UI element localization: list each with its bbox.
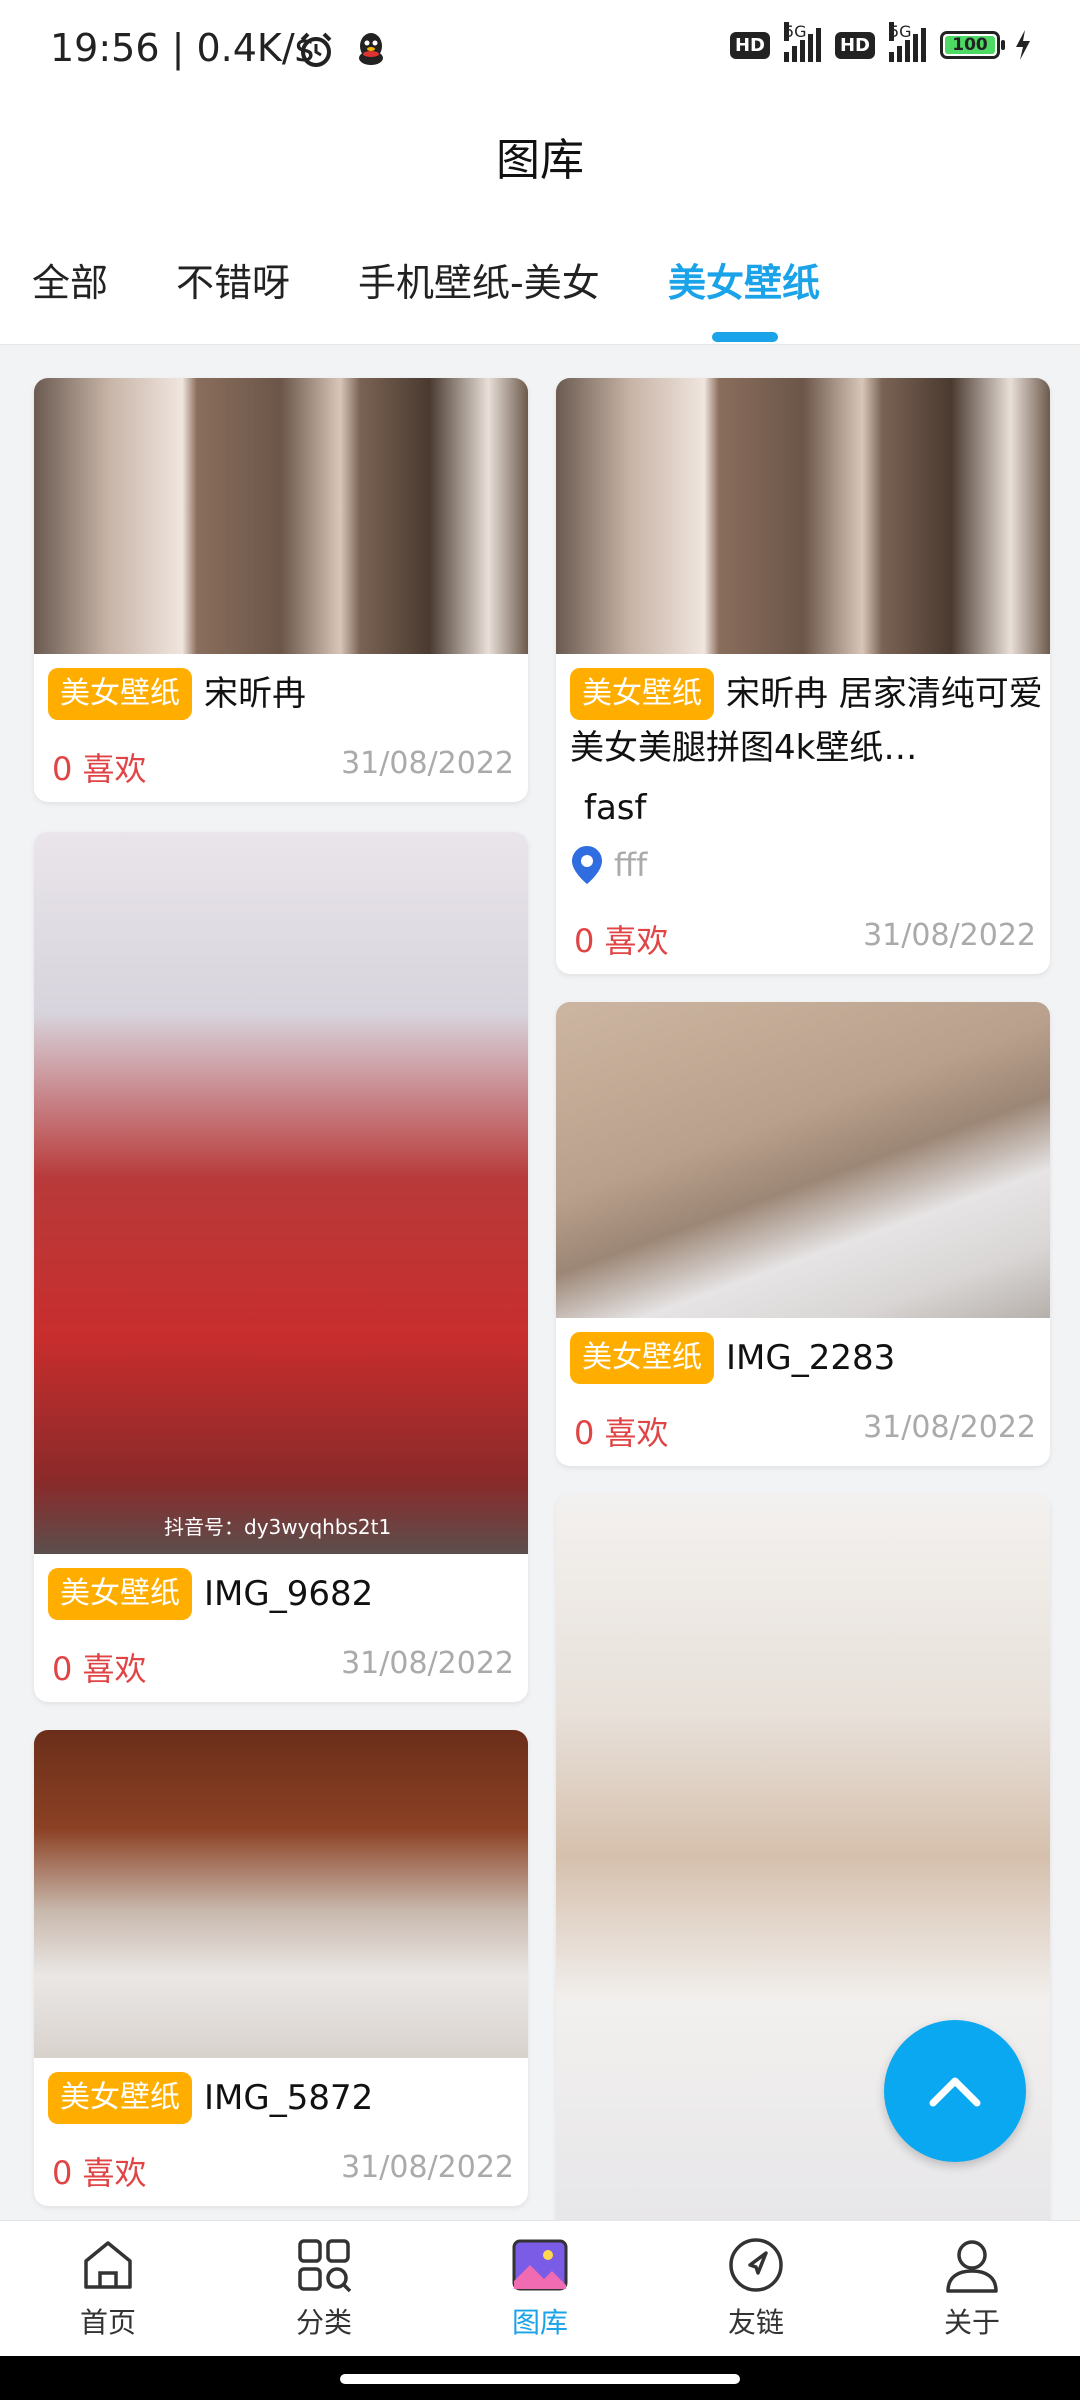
nav-label: 首页 <box>79 2306 136 2339</box>
gallery-card[interactable]: 美女壁纸 宋昕冉 居家清纯可爱 美女美腿拼图4k壁纸… fasf fff 0 喜… <box>556 378 1050 974</box>
likes-count: 0 喜欢 <box>52 750 147 788</box>
page-header: 图库 <box>0 104 1080 208</box>
card-image[interactable] <box>556 1002 1050 1318</box>
bottom-navigation: 首页 分类 图库 友链 关于 <box>0 2220 1080 2357</box>
card-image[interactable] <box>556 378 1050 654</box>
time-text: 19:56 <box>50 26 160 70</box>
card-title: 宋昕冉 <box>204 674 306 714</box>
hd-badge: HD <box>729 31 770 59</box>
category-tag: 美女壁纸 <box>48 1568 192 1620</box>
likes-count: 0 喜欢 <box>574 1414 669 1452</box>
nav-label: 图库 <box>511 2306 568 2339</box>
charging-icon <box>1016 30 1030 60</box>
location-text: fff <box>614 846 648 884</box>
category-icon <box>298 2239 352 2293</box>
gallery-card[interactable]: 美女壁纸 宋昕冉 0 喜欢 31/08/2022 <box>34 378 528 802</box>
battery-icon: 100 <box>940 31 1005 59</box>
card-description: fasf <box>584 788 647 828</box>
nav-category[interactable]: 分类 <box>254 2235 394 2341</box>
likes-count: 0 喜欢 <box>52 1650 147 1688</box>
status-bar: 19:56 | 0.4K/s HD 5G HD 5G 100 <box>0 0 1080 104</box>
category-tag: 美女壁纸 <box>570 1332 714 1384</box>
category-tag: 美女壁纸 <box>570 668 714 720</box>
tab-bucuoya[interactable]: 不错呀 <box>176 252 290 307</box>
home-icon <box>84 2241 132 2289</box>
card-date: 31/08/2022 <box>863 1410 1036 1445</box>
likes-count: 0 喜欢 <box>52 2154 147 2192</box>
card-title: IMG_9682 <box>204 1574 374 1614</box>
nav-label: 关于 <box>943 2306 1000 2339</box>
card-location: fff <box>572 846 647 884</box>
net-speed: | 0.4K/s <box>171 26 315 70</box>
qq-icon <box>359 33 383 65</box>
nav-label: 分类 <box>295 2306 352 2339</box>
location-pin-icon <box>572 846 602 884</box>
category-tabs: 全部 不错呀 手机壁纸-美女 美女壁纸 <box>0 208 1080 345</box>
chevron-up-icon <box>929 2077 981 2107</box>
tab-beauty-wallpaper[interactable]: 美女壁纸 <box>668 252 820 307</box>
nav-links[interactable]: 友链 <box>686 2235 826 2341</box>
nav-label: 友链 <box>727 2306 784 2339</box>
home-indicator[interactable] <box>340 2374 740 2384</box>
tab-phone-wallpaper[interactable]: 手机壁纸-美女 <box>358 252 600 307</box>
card-date: 31/08/2022 <box>341 746 514 781</box>
card-image[interactable] <box>34 378 528 654</box>
gallery-card[interactable]: 美女壁纸 IMG_5872 0 喜欢 31/08/2022 <box>34 1730 528 2206</box>
hd-badge-2: HD <box>834 31 875 59</box>
nav-gallery[interactable]: 图库 <box>470 2235 610 2341</box>
signal-icon: 5G <box>783 22 821 62</box>
category-tag: 美女壁纸 <box>48 668 192 720</box>
tab-all[interactable]: 全部 <box>32 252 108 307</box>
card-title: 宋昕冉 居家清纯可爱 <box>726 674 1043 714</box>
user-icon <box>946 2240 998 2293</box>
status-right-icons: HD 5G HD 5G 100 <box>729 22 1032 62</box>
scroll-to-top-button[interactable] <box>884 2020 1026 2162</box>
gallery-icon <box>512 2239 568 2291</box>
card-title: IMG_2283 <box>726 1338 896 1378</box>
nav-home[interactable]: 首页 <box>38 2235 178 2341</box>
status-left-icons <box>296 30 388 70</box>
card-title-line2: 美女美腿拼图4k壁纸… <box>570 728 918 768</box>
system-home-bar <box>0 2356 1080 2400</box>
likes-count: 0 喜欢 <box>574 922 669 960</box>
card-image[interactable] <box>34 1730 528 2058</box>
card-image[interactable]: 抖音号：dy3wyqhbs2t1 <box>34 832 528 1554</box>
network-label-2: 5G <box>889 22 912 41</box>
nav-about[interactable]: 关于 <box>902 2235 1042 2341</box>
gallery-card[interactable]: 抖音号：dy3wyqhbs2t1 美女壁纸 IMG_9682 0 喜欢 31/0… <box>34 832 528 1702</box>
battery-level: 100 <box>945 36 995 54</box>
gallery-card[interactable]: 美女壁纸 IMG_2283 0 喜欢 31/08/2022 <box>556 1002 1050 1466</box>
category-tag: 美女壁纸 <box>48 2072 192 2124</box>
alarm-icon <box>300 32 332 67</box>
network-label: 5G <box>783 22 807 41</box>
image-watermark: 抖音号：dy3wyqhbs2t1 <box>164 1515 392 1539</box>
tab-indicator <box>712 332 778 342</box>
card-date: 31/08/2022 <box>863 918 1036 953</box>
link-icon <box>729 2238 783 2292</box>
status-time: 19:56 | 0.4K/s <box>50 26 314 70</box>
page-title: 图库 <box>496 135 584 186</box>
card-date: 31/08/2022 <box>341 1646 514 1681</box>
card-title: IMG_5872 <box>204 2078 374 2118</box>
signal-icon-2: 5G <box>889 22 926 62</box>
card-date: 31/08/2022 <box>341 2150 514 2185</box>
